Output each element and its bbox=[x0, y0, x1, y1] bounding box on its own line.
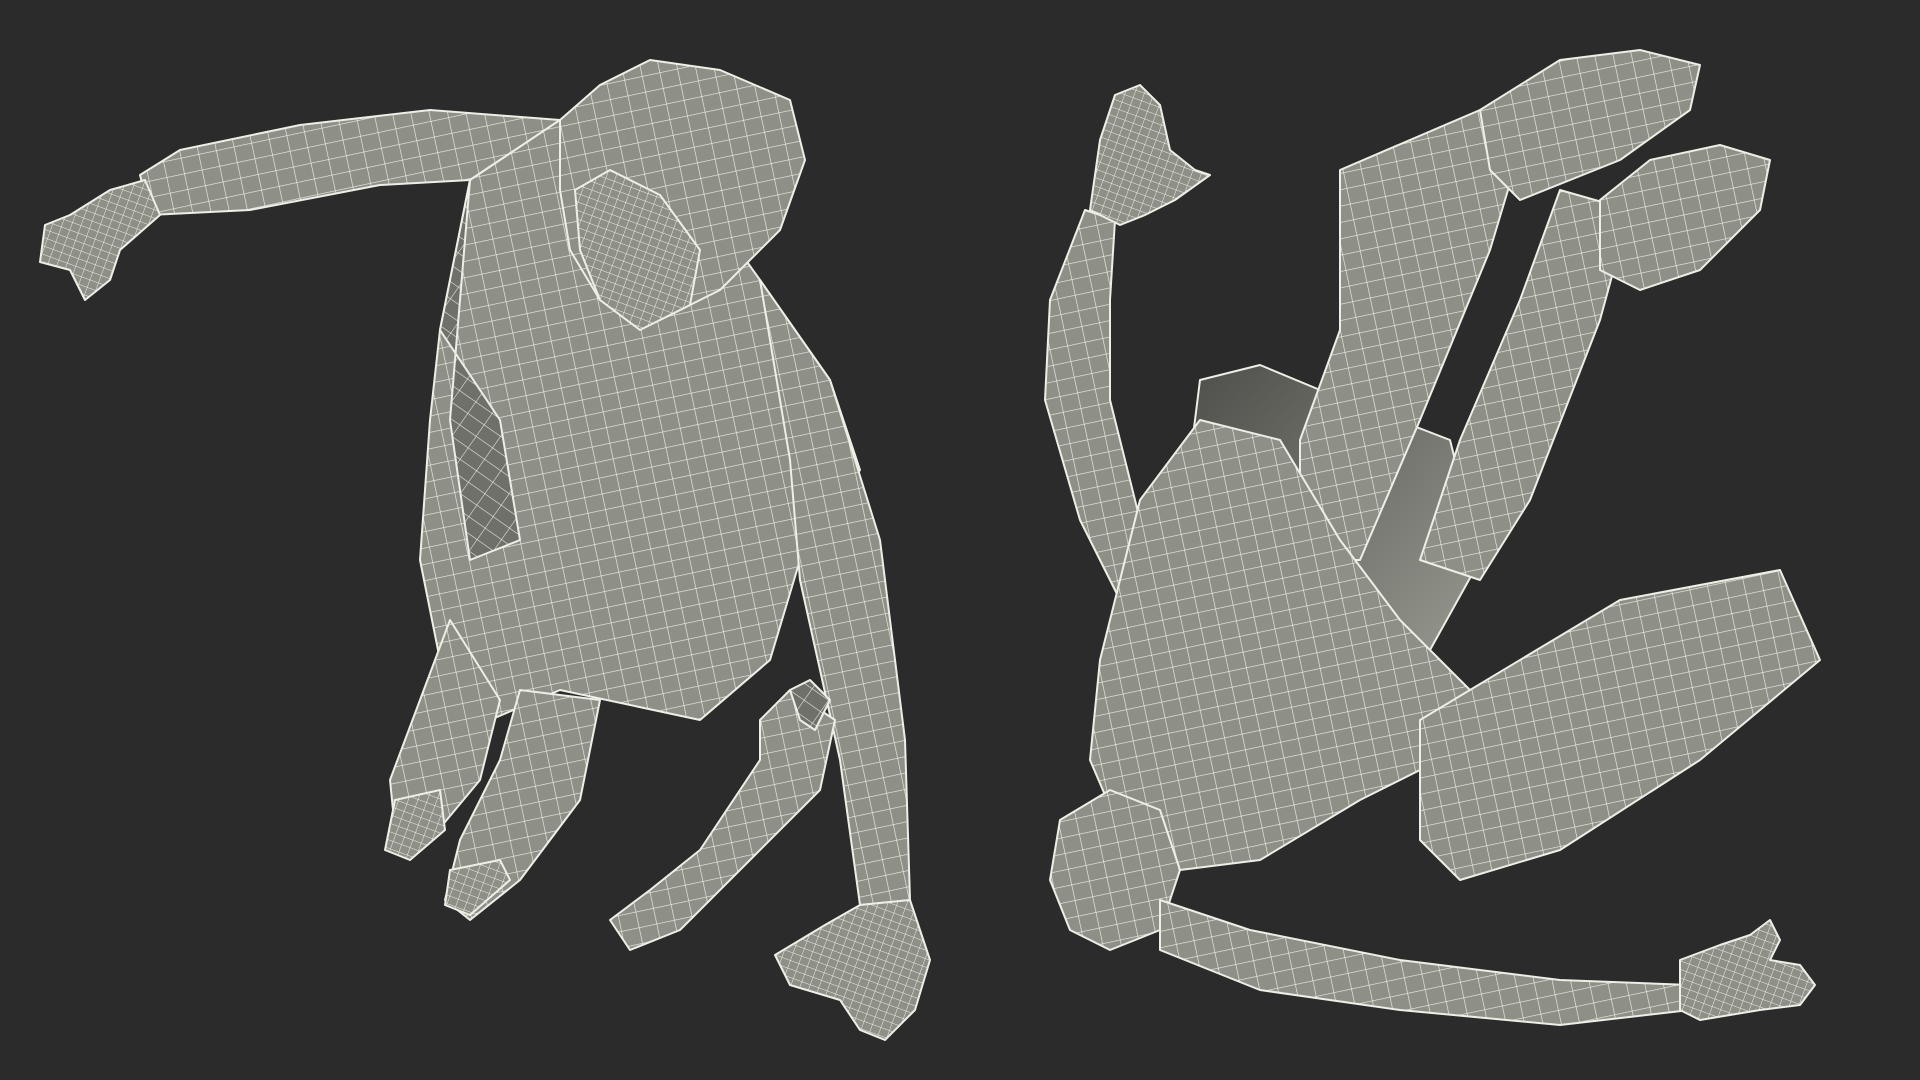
right-shoe bbox=[444, 859, 511, 916]
extended-sleeve bbox=[1419, 569, 1821, 881]
outstretched-arm bbox=[1159, 899, 1691, 1026]
scene-canvas bbox=[39, 49, 1821, 1041]
figure-bottom-view bbox=[1044, 49, 1821, 1026]
briefcase bbox=[609, 689, 836, 951]
render-viewport bbox=[0, 0, 1920, 1080]
left-shoe bbox=[384, 789, 446, 861]
shoe-right bbox=[1599, 144, 1771, 291]
outstretched-hand bbox=[1679, 919, 1816, 1021]
left-hand bbox=[39, 179, 161, 301]
raised-hand bbox=[1089, 84, 1211, 226]
figure-top-view bbox=[39, 59, 931, 1041]
right-hand bbox=[774, 899, 931, 1041]
